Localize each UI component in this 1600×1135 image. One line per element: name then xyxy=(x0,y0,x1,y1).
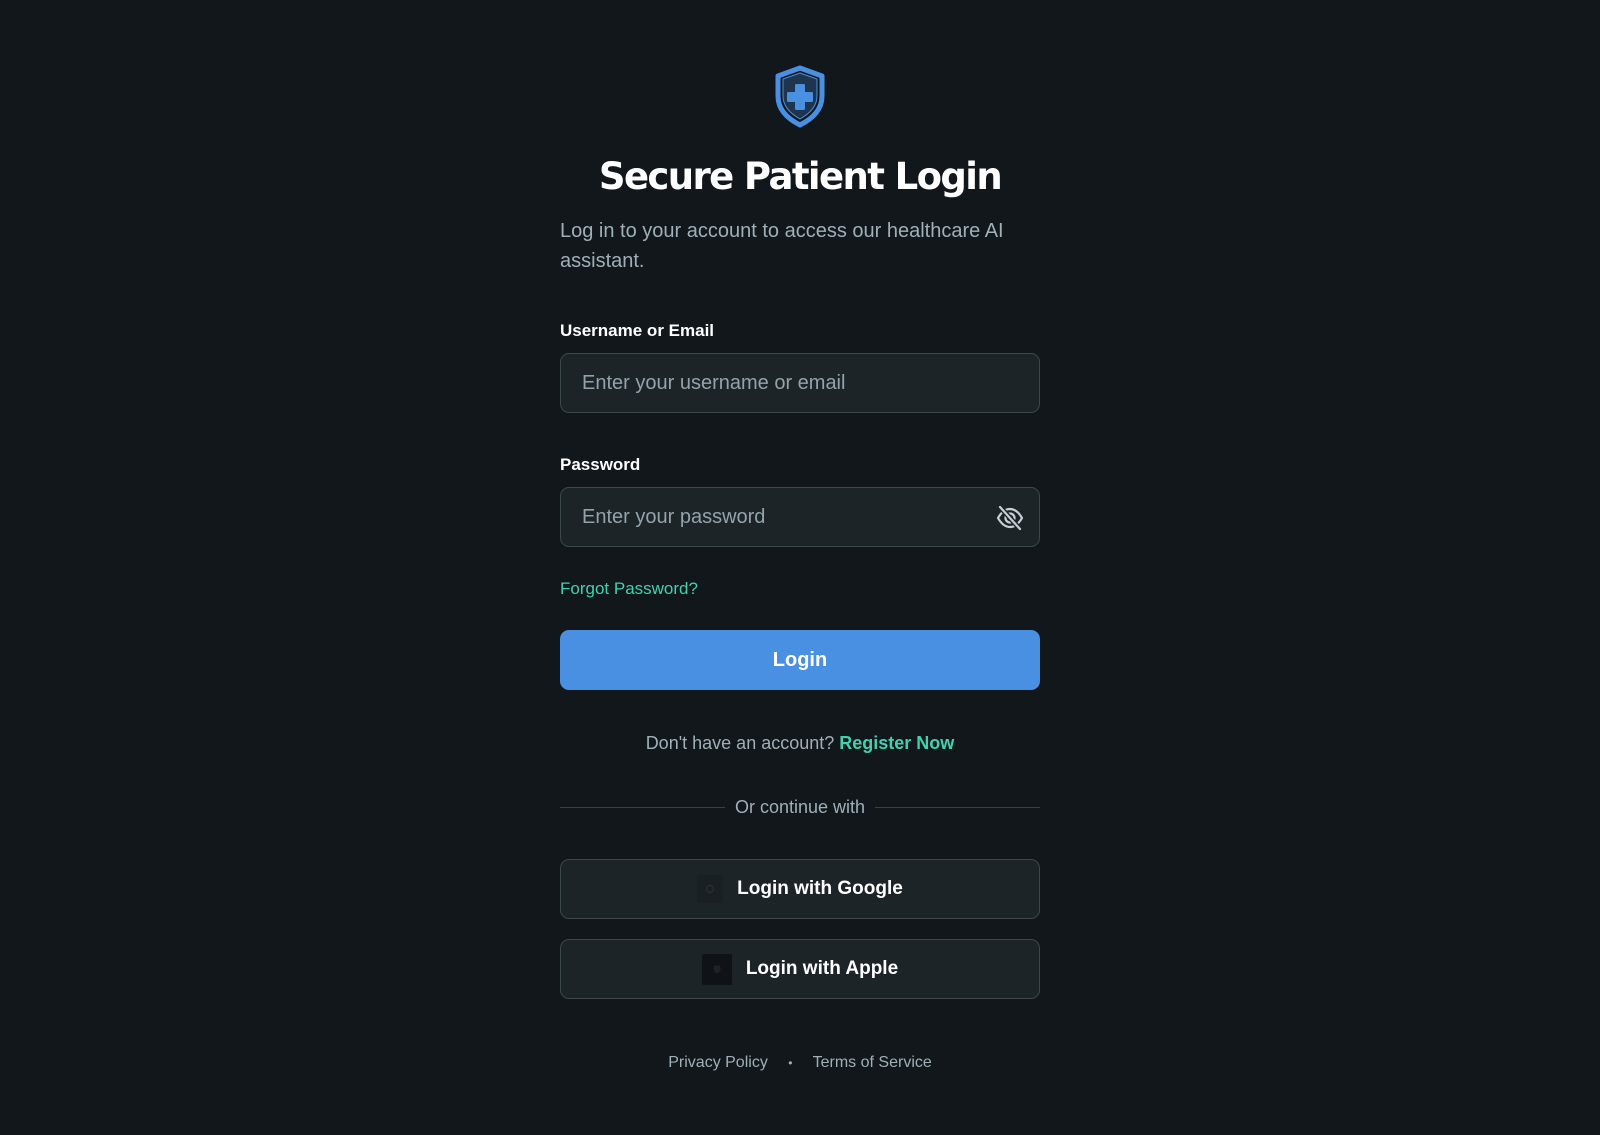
login-card: Secure Patient Login Log in to your acco… xyxy=(560,64,1040,999)
register-now-link[interactable]: Register Now xyxy=(839,733,954,753)
username-label: Username or Email xyxy=(560,321,715,340)
forgot-password-link[interactable]: Forgot Password? xyxy=(560,578,698,600)
login-button[interactable]: Login xyxy=(560,630,1040,690)
username-input[interactable] xyxy=(561,354,1039,412)
eye-off-icon[interactable] xyxy=(995,503,1025,533)
divider-line-left xyxy=(560,806,725,808)
terms-of-service-link[interactable]: Terms of Service xyxy=(813,1054,932,1071)
footer-separator: • xyxy=(788,1056,793,1070)
divider-text: Or continue with xyxy=(734,796,866,817)
login-with-apple-button[interactable]: Login with Apple xyxy=(560,939,1040,999)
login-page: Secure Patient Login Log in to your acco… xyxy=(0,0,1600,1135)
or-continue-divider: Or continue with xyxy=(560,795,1040,819)
page-subtitle: Log in to your account to access our hea… xyxy=(560,220,1004,272)
apple-icon xyxy=(701,953,732,985)
password-label: Password xyxy=(560,455,641,474)
shield-medical-cross-icon xyxy=(775,65,825,128)
register-row: Don't have an account? Register Now xyxy=(560,731,1040,755)
password-field-wrapper xyxy=(560,487,1040,547)
login-with-google-button[interactable]: Login with Google xyxy=(560,859,1040,919)
divider-line-right xyxy=(875,806,1040,808)
footer: Privacy Policy • Terms of Service xyxy=(0,1052,1600,1074)
register-prompt: Don't have an account? xyxy=(645,733,835,753)
login-with-google-label: Login with Google xyxy=(737,878,903,899)
google-icon xyxy=(697,875,724,903)
privacy-policy-link[interactable]: Privacy Policy xyxy=(668,1054,768,1071)
username-field-wrapper xyxy=(560,353,1040,413)
login-with-apple-label: Login with Apple xyxy=(745,958,899,979)
password-input[interactable] xyxy=(561,488,1039,546)
page-title: Secure Patient Login xyxy=(598,155,1003,198)
